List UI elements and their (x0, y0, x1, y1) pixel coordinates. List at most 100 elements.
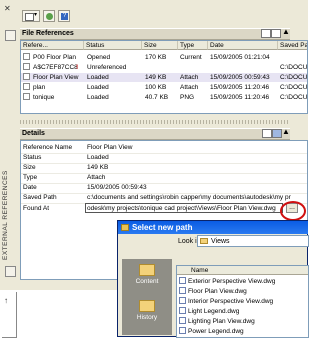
dialog-title: Select new path (132, 223, 193, 232)
ref-type: Attach (180, 74, 199, 81)
ref-type: Current (180, 54, 202, 61)
list-item[interactable]: Floor Plan View.dwg (179, 287, 247, 296)
collapse-icon[interactable]: ▲ (282, 27, 290, 36)
details-header[interactable]: Details (20, 128, 290, 140)
dwg-file-icon (179, 297, 186, 304)
palette-sidebar: ✕ EXTERNAL REFERENCES (0, 0, 19, 290)
ref-name: P00 Floor Plan (33, 54, 76, 61)
ref-status: Loaded (87, 94, 109, 101)
column-header-date[interactable]: Date (208, 41, 278, 50)
list-item[interactable]: Interior Perspective View.dwg (179, 297, 273, 306)
close-palette-button[interactable]: ✕ (4, 4, 11, 13)
found-at-field[interactable]: odesk\my projects\tonique cad project\Vi… (85, 203, 283, 213)
detail-key: Date (23, 184, 37, 191)
detail-key: Saved Path (23, 194, 57, 201)
ref-status: Loaded (87, 74, 109, 81)
select-path-dialog: Select new path Look in: Views Content H… (117, 220, 309, 338)
list-view-icon[interactable] (261, 29, 271, 38)
place-content[interactable]: Content (125, 261, 169, 291)
detail-key: Size (23, 164, 36, 171)
column-header-size[interactable]: Size (142, 41, 178, 50)
dwg-file-icon (179, 327, 186, 334)
detail-value: Loaded (87, 154, 109, 161)
detail-key: Type (23, 174, 38, 181)
ref-date: 15/09/2005 01:21:04 (210, 54, 270, 61)
image-icon (23, 63, 30, 70)
column-header-reference[interactable]: Refere... (21, 41, 84, 50)
table-row[interactable]: A$C7EF87CC8 ! Unreferenced C:\DOCU (21, 63, 308, 72)
help-icon: ? (61, 13, 68, 20)
look-in-select[interactable]: Views (197, 235, 309, 247)
file-name: Power Legend.dwg (188, 328, 244, 335)
drawing-icon (23, 53, 30, 60)
column-header-status[interactable]: Status (84, 41, 142, 50)
table-row[interactable]: tonique Loaded 40.7 KB PNG 15/09/2005 11… (21, 93, 308, 102)
file-references-header[interactable]: File References (20, 28, 290, 40)
table-row[interactable]: P00 Floor Plan Opened 170 KB Current 15/… (21, 53, 307, 62)
ref-name: tonique (33, 94, 55, 101)
place-label: History (136, 314, 158, 321)
detail-value: Attach (87, 174, 106, 181)
folder-icon (139, 300, 155, 312)
detail-value: c:\documents and settings\robin capper\m… (87, 194, 291, 201)
dwg-file-icon (179, 287, 186, 294)
refresh-button[interactable] (43, 10, 55, 22)
detail-key: Status (23, 154, 42, 161)
ref-type: PNG (180, 94, 195, 101)
ref-date: 15/09/2005 11:20:46 (210, 84, 270, 91)
ref-size: 149 KB (145, 74, 167, 81)
detail-value: Floor Plan View (87, 144, 133, 151)
refresh-icon (46, 13, 53, 20)
palette-title: EXTERNAL REFERENCES (2, 170, 9, 260)
dwg-file-icon (179, 317, 186, 324)
ref-saved-path: C:\DOCU (280, 94, 308, 101)
ref-saved-path: C:\DOCU (280, 64, 308, 71)
list-item[interactable]: Lighting Plan View.dwg (179, 317, 255, 326)
ref-status: Loaded (87, 84, 109, 91)
drawing-icon (23, 73, 30, 80)
look-in-value: Views (211, 238, 230, 245)
dwg-file-icon (179, 307, 186, 314)
ref-status: Opened (87, 54, 111, 61)
ref-type: Attach (180, 84, 199, 91)
list-item[interactable]: Light Legend.dwg (179, 307, 239, 316)
list-item[interactable]: Exterior Perspective View.dwg (179, 277, 275, 286)
dialog-title-bar[interactable]: Select new path (118, 221, 308, 234)
details-view-icon[interactable] (262, 129, 272, 138)
column-header-saved-path[interactable]: Saved Pa (278, 41, 307, 50)
file-name: Interior Perspective View.dwg (188, 298, 274, 305)
table-row[interactable]: plan Loaded 100 KB Attach 15/09/2005 11:… (21, 83, 308, 92)
attach-icon (25, 13, 34, 21)
file-name: Lighting Plan View.dwg (188, 318, 255, 325)
preview-icon[interactable] (272, 129, 282, 138)
attach-dwg-button[interactable]: ▾ (22, 10, 40, 22)
collapse-icon[interactable]: ▲ (282, 127, 290, 136)
help-button[interactable]: ? (58, 10, 70, 22)
file-name: Floor Plan View.dwg (188, 288, 247, 295)
section-title: File References (22, 30, 74, 37)
folder-icon (139, 264, 155, 276)
arrow-up-icon: ↑ (4, 296, 8, 305)
ref-size: 170 KB (145, 54, 167, 61)
ref-saved-path: C:\DOCU (280, 74, 308, 81)
list-item[interactable]: Power Legend.dwg (179, 327, 244, 336)
ref-size: 40.7 KB (145, 94, 169, 101)
image-icon (23, 93, 30, 100)
place-label: Content (135, 278, 159, 285)
ref-size: 100 KB (145, 84, 167, 91)
tree-view-icon[interactable] (271, 29, 281, 38)
splitter[interactable] (20, 120, 288, 124)
column-header-type[interactable]: Type (178, 41, 208, 50)
warning-icon: ! (76, 64, 79, 71)
detail-value: 15/09/2005 00:59:43 (87, 184, 147, 191)
place-history[interactable]: History (125, 297, 169, 327)
table-row-selected[interactable]: Floor Plan View Loaded 149 KB Attach 15/… (21, 73, 308, 82)
file-name: Exterior Perspective View.dwg (188, 278, 276, 285)
column-header-name[interactable]: Name (177, 266, 308, 275)
detail-key: Reference Name (23, 144, 73, 151)
folder-icon (121, 224, 129, 231)
auto-hide-icon[interactable] (5, 30, 16, 41)
ref-saved-path: C:\DOCU (280, 84, 308, 91)
detail-value: 149 KB (87, 164, 109, 171)
ref-name: plan (33, 84, 46, 91)
